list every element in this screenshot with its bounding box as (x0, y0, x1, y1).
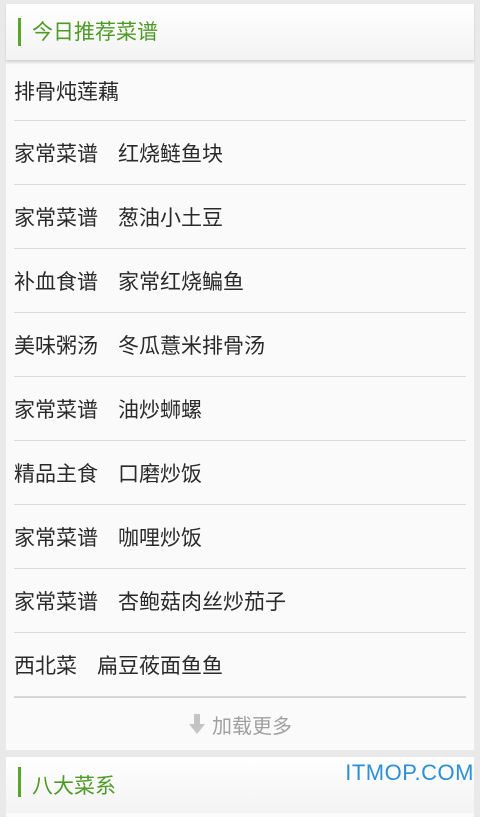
recommend-title: 今日推荐菜谱 (32, 20, 158, 44)
arrow-down-icon (189, 714, 205, 734)
list-item[interactable]: 补血食谱 家常红烧鳊鱼 (14, 249, 466, 313)
recipe-category: 精品主食 (14, 461, 98, 486)
eight-cuisines-title: 八大菜系 (32, 774, 116, 798)
recipe-category: 家常菜谱 (14, 589, 98, 614)
recipe-category: 家常菜谱 (14, 397, 98, 422)
recipe-list: 排骨炖莲藕 家常菜谱 红烧鲢鱼块 家常菜谱 葱油小土豆 补血食谱 家常红烧鳊鱼 … (6, 61, 474, 697)
list-item[interactable]: 精品主食 口磨炒饭 (14, 441, 466, 505)
load-more-button[interactable]: 加载更多 (14, 697, 466, 750)
recipe-name: 口磨炒饭 (118, 461, 202, 486)
recipe-category: 家常菜谱 (14, 525, 98, 550)
recipe-name: 油炒蛳螺 (118, 397, 202, 422)
recipe-category: 家常菜谱 (14, 205, 98, 230)
list-item[interactable]: 西北菜 扁豆莜面鱼鱼 (14, 633, 466, 697)
recommend-card: 今日推荐菜谱 排骨炖莲藕 家常菜谱 红烧鲢鱼块 家常菜谱 葱油小土豆 补血食谱 … (6, 4, 474, 750)
list-item[interactable]: 家常菜谱 葱油小土豆 (14, 185, 466, 249)
list-item[interactable]: 美味粥汤 冬瓜薏米排骨汤 (14, 313, 466, 377)
recipe-name: 家常红烧鳊鱼 (118, 269, 244, 294)
recipe-category: 补血食谱 (14, 269, 98, 294)
load-more-label: 加载更多 (212, 713, 292, 738)
list-item[interactable]: 家常菜谱 油炒蛳螺 (14, 377, 466, 441)
list-item[interactable]: 家常菜谱 红烧鲢鱼块 (14, 121, 466, 185)
list-item[interactable]: 排骨炖莲藕 (14, 61, 466, 121)
recipe-name: 排骨炖莲藕 (14, 79, 119, 104)
header-accent-bar (18, 18, 21, 46)
list-item[interactable]: 家常菜谱 咖哩炒饭 (14, 505, 466, 569)
recipe-name: 红烧鲢鱼块 (118, 141, 223, 166)
header-accent-bar (18, 767, 21, 797)
recipe-category: 美味粥汤 (14, 333, 98, 358)
recommend-header: 今日推荐菜谱 (6, 4, 474, 61)
recipe-name: 咖哩炒饭 (118, 525, 202, 550)
recipe-name: 杏鲍菇肉丝炒茄子 (118, 589, 286, 614)
recipe-name: 冬瓜薏米排骨汤 (118, 333, 265, 358)
recipe-name: 葱油小土豆 (118, 205, 223, 230)
list-item[interactable]: 家常菜谱 杏鲍菇肉丝炒茄子 (14, 569, 466, 633)
recipe-name: 扁豆莜面鱼鱼 (97, 653, 223, 678)
recipe-category: 西北菜 (14, 653, 77, 678)
watermark: ITMOP.COM (345, 760, 474, 785)
recipe-category: 家常菜谱 (14, 141, 98, 166)
